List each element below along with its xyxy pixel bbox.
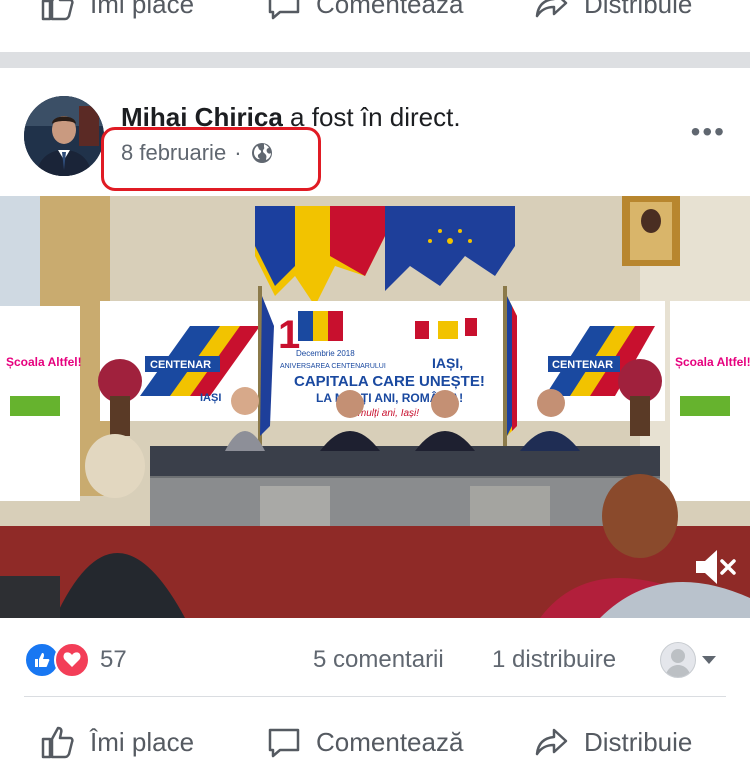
like-button-top[interactable]: Îmi place [40,0,194,22]
post-header: Mihai Chirica a fost în direct. 8 februa… [0,70,750,191]
comment-icon [268,0,300,20]
banner-city: IAȘI, [432,355,463,371]
feed-divider [0,52,750,68]
comment-icon [268,728,300,758]
like-label-top: Îmi place [90,0,195,19]
thumbs-up-icon [41,726,74,759]
reaction-summary[interactable]: 57 [24,642,127,678]
thumbs-up-icon [41,0,74,21]
reaction-count: 57 [100,646,127,673]
banner-tagline: CAPITALA CARE UNEȘTE! [294,373,485,390]
shares-count-link[interactable]: 1 distribuire [492,646,616,674]
comment-button-top[interactable]: Comentează [266,0,463,22]
banner-org: ANIVERSAREA CENTENARULUI [280,363,386,370]
author-avatar[interactable] [24,96,104,176]
share-button-top[interactable]: Distribuie [534,0,692,22]
viewer-selector[interactable] [660,642,718,678]
top-action-bar: Îmi place Comentează Distribuie [0,0,750,46]
like-button[interactable]: Îmi place [40,724,194,760]
centenar-city-left: IAȘI [200,392,221,404]
date-highlight-annotation [101,127,321,191]
love-reaction-icon [54,642,90,678]
comment-button[interactable]: Comentează [266,724,463,760]
bottom-action-bar: Îmi place Comentează Distribuie [0,712,750,772]
like-label: Îmi place [90,726,195,757]
comments-count-link[interactable]: 5 comentarii [313,646,444,674]
share-icon [535,0,568,18]
mute-button[interactable] [690,543,738,596]
more-options-button[interactable]: ••• [691,116,726,148]
side-banner-title-left: Școala Altfel! [6,355,82,369]
avatar-photo [24,96,104,176]
post-stats: 57 5 comentarii 1 distribuire [0,632,750,688]
centenar-label-left: CENTENAR [150,359,211,371]
chevron-down-icon [702,656,716,664]
share-button[interactable]: Distribuie [534,724,692,760]
share-label-top: Distribuie [584,0,693,19]
centenar-label-right: CENTENAR [552,359,613,371]
speaker-muted-icon [696,550,736,584]
side-banner-title-right: Școala Altfel! [675,355,750,369]
live-video-player[interactable]: CENTENAR IAȘI 1 Decembrie 2018 ANIVERSAR… [0,196,750,618]
share-icon [535,728,568,756]
comment-label: Comentează [316,726,464,757]
stats-divider [24,696,726,697]
share-label: Distribuie [584,726,693,757]
viewer-avatar [660,642,696,678]
video-frame: CENTENAR IAȘI 1 Decembrie 2018 ANIVERSAR… [0,196,750,618]
comment-label-top: Comentează [316,0,464,19]
banner-date: Decembrie 2018 [296,349,355,358]
